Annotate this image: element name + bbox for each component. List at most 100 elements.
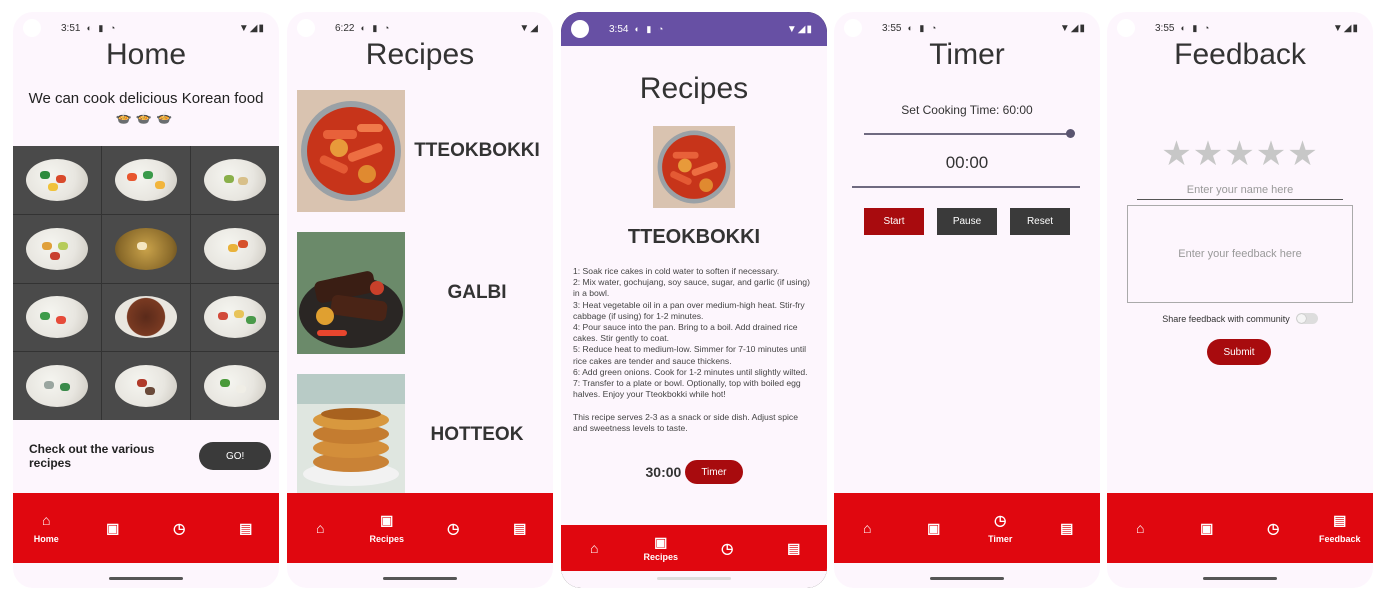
reset-button[interactable]: Reset [1010, 208, 1070, 235]
status-icons: ◐ ▮ ◔ [634, 23, 666, 34]
nav-recipes-label: Recipes [369, 534, 405, 544]
food-photo [102, 283, 190, 352]
recipe-item-galbi[interactable]: GALBI [297, 232, 549, 354]
nav-home[interactable]: ⌂ [1107, 493, 1174, 563]
recipe-book-icon: ▣ [106, 520, 120, 536]
set-cooking-time: Set Cooking Time: 60:00 [901, 103, 1033, 117]
pause-button[interactable]: Pause [937, 208, 997, 235]
nav-timer[interactable]: ◷ Timer [967, 493, 1034, 563]
tteokbokki-photo [297, 90, 405, 212]
feedback-textarea[interactable]: Enter your feedback here [1127, 205, 1353, 303]
stew-emoji-icon: 🍲🍲🍲 [115, 110, 177, 125]
status-icons: ◐ ▮ ◔ [1180, 22, 1212, 33]
nav-home[interactable]: ⌂ [834, 493, 901, 563]
nav-recipes[interactable]: ▣ [80, 493, 147, 563]
recipe-item-hotteok[interactable]: HOTTEOK [297, 374, 549, 496]
nav-feedback[interactable]: ▤ [487, 493, 554, 563]
timer-icon: ◷ [994, 512, 1007, 528]
signal-battery-icon: ▼◢▮ [1059, 22, 1086, 34]
nav-home[interactable]: ⌂ Home [13, 493, 80, 563]
page-title: Home [105, 38, 187, 71]
camera-cutout [571, 20, 589, 38]
camera-cutout [297, 19, 315, 37]
recipe-item-tteokbokki[interactable]: TTEOKBOKKI [297, 90, 549, 212]
check-recipes-row: Check out the various recipes GO! [29, 442, 271, 470]
page-title: Feedback [1174, 38, 1306, 71]
nav-recipes-label: Recipes [643, 552, 679, 562]
nav-timer[interactable]: ◷ [146, 493, 213, 563]
gesture-bar [930, 577, 1004, 580]
go-button[interactable]: GO! [199, 442, 271, 470]
bottom-navigation: ⌂ ▣ ◷ ▤ Feedback [1107, 493, 1373, 563]
status-time: 3:54 [609, 23, 629, 35]
food-photo [191, 214, 279, 283]
phone-feedback: 3:55 ◐ ▮ ◔ ▼◢▮ Feedback ★★★★★ Enter your… [1107, 12, 1373, 588]
timer-divider [852, 186, 1080, 188]
tteokbokki-photo [653, 126, 735, 208]
cooking-time-slider[interactable] [864, 133, 1070, 135]
nav-feedback[interactable]: ▤ [1034, 493, 1101, 563]
recipe-book-icon: ▣ [1200, 520, 1214, 536]
korean-food-photo-grid [13, 146, 279, 420]
recipe-steps: 1: Soak rice cakes in cold water to soft… [573, 266, 810, 433]
phone-recipes: 6:22 ◐ ▮ ◔ ▼◢ Recipes TTEOKBOKKI GALBI H… [287, 12, 553, 588]
food-photo [13, 352, 101, 420]
recipe-book-icon: ▣ [654, 534, 668, 550]
start-button[interactable]: Start [864, 208, 924, 235]
nav-feedback-label: Feedback [1318, 534, 1361, 544]
nav-feedback[interactable]: ▤ [213, 493, 280, 563]
share-feedback-toggle[interactable] [1295, 313, 1318, 324]
feedback-icon: ▤ [239, 520, 253, 536]
phone-timer: 3:55 ◐ ▮ ◔ ▼◢▮ Timer Set Cooking Time: 6… [834, 12, 1100, 588]
status-icons: ◐ ▮ ◔ [360, 22, 392, 33]
home-icon: ⌂ [42, 512, 51, 528]
timer-icon: ◷ [447, 520, 460, 536]
nav-feedback[interactable]: ▤ Feedback [1307, 493, 1374, 563]
gesture-bar [1203, 577, 1277, 580]
name-input[interactable]: Enter your name here [1137, 180, 1343, 200]
food-photo [102, 146, 190, 214]
nav-feedback[interactable]: ▤ [761, 525, 828, 571]
nav-recipes[interactable]: ▣ Recipes [354, 493, 421, 563]
home-icon: ⌂ [1136, 520, 1145, 536]
nav-home[interactable]: ⌂ [561, 525, 628, 571]
nav-recipes[interactable]: ▣ [901, 493, 968, 563]
nav-timer-label: Timer [988, 534, 1013, 544]
food-photo [13, 283, 101, 352]
nav-home[interactable]: ⌂ [287, 493, 354, 563]
signal-battery-icon: ▼◢▮ [238, 22, 265, 34]
share-feedback-row: Share feedback with community [1107, 313, 1373, 324]
feedback-icon: ▤ [1333, 512, 1347, 528]
page-title: Recipes [639, 72, 749, 105]
recipe-timer-row: 30:00 Timer [561, 460, 827, 484]
nav-timer[interactable]: ◷ [694, 525, 761, 571]
check-recipes-text: Check out the various recipes [29, 442, 155, 470]
timer-button[interactable]: Timer [685, 460, 743, 484]
signal-battery-icon: ▼◢▮ [786, 23, 813, 35]
nav-home-label: Home [33, 534, 59, 544]
home-icon: ⌂ [590, 540, 599, 556]
timer-icon: ◷ [721, 540, 734, 556]
timer-icon: ◷ [173, 520, 186, 536]
gesture-bar [109, 577, 183, 580]
nav-recipes[interactable]: ▣ [1174, 493, 1241, 563]
star-rating[interactable]: ★★★★★ [1107, 134, 1373, 174]
detail-content: Recipes TTEOKBOKKI 1: Soak rice cakes in… [561, 46, 827, 588]
timer-display: 00:00 [945, 153, 989, 172]
nav-timer[interactable]: ◷ [1240, 493, 1307, 563]
nav-recipes[interactable]: ▣ Recipes [628, 525, 695, 571]
status-time: 3:55 [882, 22, 902, 34]
gesture-bar [657, 577, 731, 580]
slider-thumb[interactable] [1066, 129, 1075, 138]
page-title: Recipes [365, 38, 475, 71]
phone-recipe-detail: 3:54 ◐ ▮ ◔ ▼◢▮ Recipes TTEOKBOKKI 1: Soa… [561, 12, 827, 588]
gesture-bar [383, 577, 457, 580]
home-icon: ⌂ [316, 520, 325, 536]
timer-controls: Start Pause Reset [864, 208, 1070, 235]
submit-button[interactable]: Submit [1207, 339, 1271, 365]
nav-timer[interactable]: ◷ [420, 493, 487, 563]
home-icon: ⌂ [863, 520, 872, 536]
signal-icon: ▼◢ [519, 22, 539, 34]
food-photo [13, 214, 101, 283]
camera-cutout [23, 19, 41, 37]
